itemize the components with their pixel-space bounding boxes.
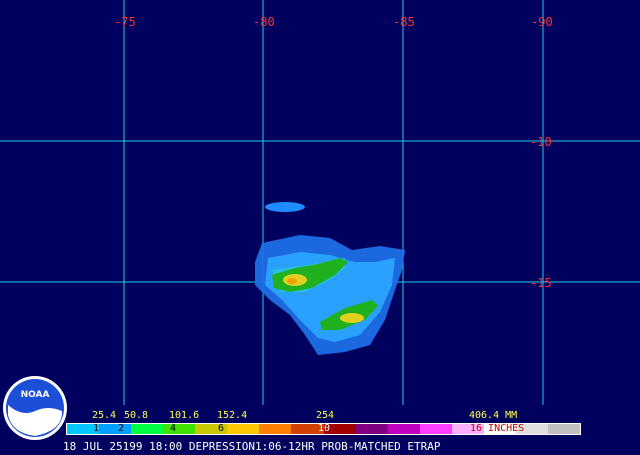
noaa-logo: NOAA [3,376,67,440]
color-swatch-6 [259,424,292,434]
color-swatch-10 [387,424,420,434]
mm-label-25: 25.4 [92,410,117,421]
rainfall-map [0,0,640,405]
mm-label-254: 254 [316,410,335,421]
inch-label-10: 10 [318,423,331,434]
product-caption: 18 JUL 25199 18:00 DEPRESSION1:06-12HR P… [63,440,441,453]
color-swatch-11 [419,424,452,434]
mm-label-50: 50.8 [124,410,149,421]
mm-label-406: 406.4 MM [469,410,518,421]
lon-label-80: -80 [253,15,275,29]
lat-label-15: -15 [530,276,552,290]
lon-label-75: -75 [114,15,136,29]
rain-core-west-hot2 [287,278,297,284]
lon-label-85: -85 [393,15,415,29]
satellite-map: -75 -80 -85 -90 -10 -15 25.4 50.8 101.6 … [0,0,640,455]
rain-cell-north [265,202,305,212]
mm-label-152: 152.4 [217,410,248,421]
lat-label-10: -10 [530,135,552,149]
color-swatch-9 [355,424,388,434]
color-swatch-3 [163,424,196,434]
rain-core-south-hot [340,313,364,323]
inch-label-16: 16 INCHES [470,423,525,434]
color-swatch-5 [227,424,260,434]
color-swatch-2 [131,424,164,434]
svg-text:NOAA: NOAA [21,390,50,400]
color-swatch-1 [99,424,132,434]
color-swatch-15 [547,424,580,434]
inch-label-2: 2 [118,423,125,434]
inch-label-6: 6 [218,423,225,434]
inch-label-1: 1 [93,423,100,434]
inch-label-4: 4 [170,423,177,434]
mm-label-101: 101.6 [169,410,200,421]
lon-label-90: -90 [531,15,553,29]
